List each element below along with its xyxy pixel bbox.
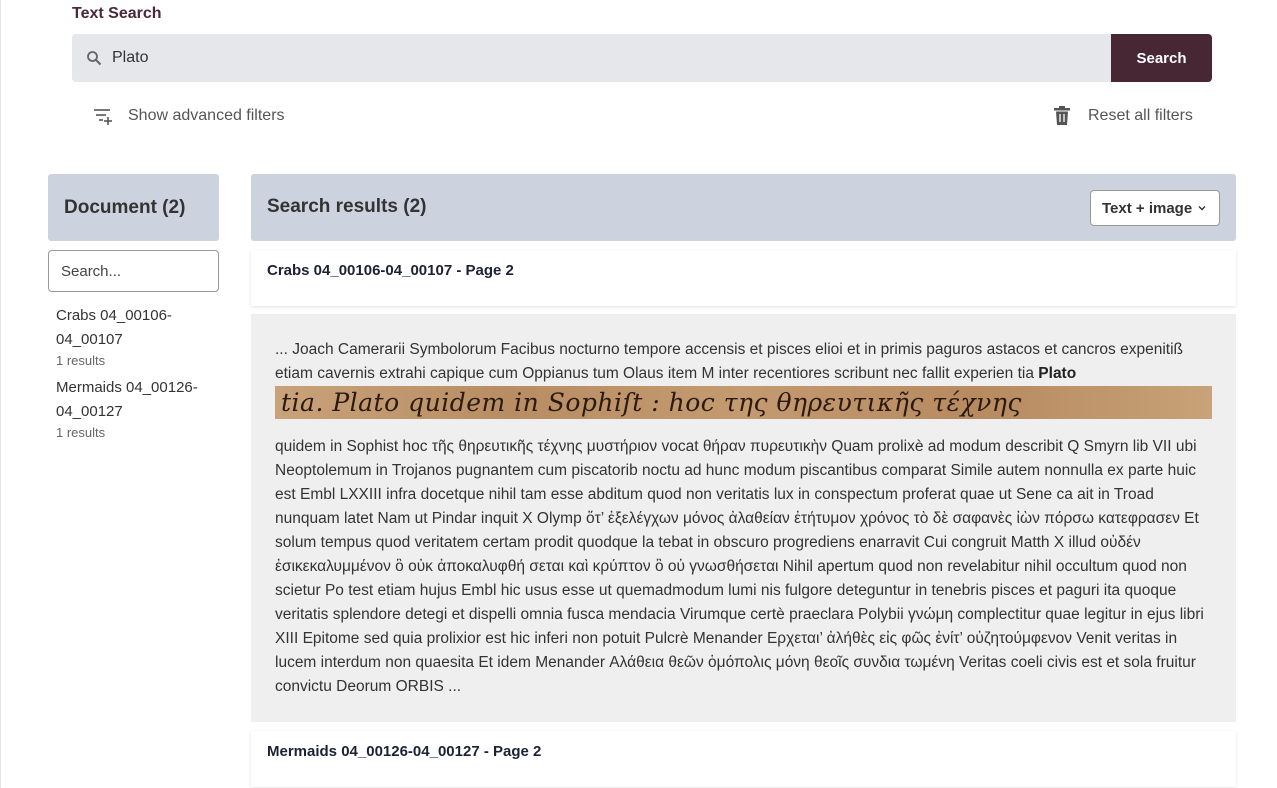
- facet-item-crabs[interactable]: Crabs 04_00106-04_00107 1 results: [56, 304, 216, 370]
- search-icon: [87, 51, 102, 66]
- facet-item-name: Crabs 04_00106-04_00107: [56, 307, 172, 348]
- result-title-link[interactable]: Mermaids 04_00126-04_00127 - Page 2: [267, 743, 541, 760]
- results-title: Search results (2): [267, 196, 427, 217]
- result-snippet: ... Joach Camerarii Symbolorum Facibus n…: [251, 314, 1236, 722]
- reset-filters-label: Reset all filters: [1088, 107, 1193, 124]
- chevron-down-icon: [1198, 206, 1206, 211]
- snippet-line-image: tia. Plato quidem in Sophiſt : hoc της θ…: [275, 386, 1212, 419]
- text-search-label: Text Search: [72, 5, 162, 22]
- search-input[interactable]: Plato: [72, 34, 1111, 82]
- snippet-text-after: quidem in Sophist hoc τῆς θηρευτικῆς τέχ…: [275, 438, 1204, 695]
- facet-search-input[interactable]: [48, 250, 219, 292]
- view-mode-select[interactable]: Text + image: [1090, 190, 1220, 226]
- result-card-header: Crabs 04_00106-04_00107 - Page 2: [251, 250, 1236, 306]
- facet-item-name: Mermaids 04_00126-04_00127: [56, 379, 198, 420]
- search-bar: Plato Search: [72, 34, 1212, 82]
- filter-add-icon: [94, 109, 112, 125]
- snippet-highlight: Plato: [1038, 365, 1077, 382]
- search-button[interactable]: Search: [1111, 34, 1212, 82]
- result-title-link[interactable]: Crabs 04_00106-04_00107 - Page 2: [267, 262, 514, 279]
- view-mode-value: Text + image: [1102, 199, 1193, 217]
- facet-item-mermaids[interactable]: Mermaids 04_00126-04_00127 1 results: [56, 376, 216, 442]
- result-card-header: Mermaids 04_00126-04_00127 - Page 2: [251, 731, 1236, 787]
- results-header: Search results (2) Text + image: [251, 174, 1236, 241]
- trash-icon: [1054, 106, 1070, 125]
- show-advanced-filters-button[interactable]: Show advanced filters: [93, 106, 285, 126]
- snippet-line-image-text: tia. Plato quidem in Sophiſt : hoc της θ…: [281, 388, 1022, 417]
- search-query[interactable]: Plato: [112, 49, 148, 67]
- document-facet-header: Document (2): [48, 174, 219, 241]
- advanced-filters-label: Show advanced filters: [128, 107, 285, 124]
- snippet-text-before: ... Joach Camerarii Symbolorum Facibus n…: [275, 338, 1212, 386]
- reset-all-filters-button[interactable]: Reset all filters: [1053, 106, 1193, 126]
- facet-item-count: 1 results: [56, 425, 106, 440]
- document-facet-title: Document (2): [64, 196, 186, 218]
- facet-item-count: 1 results: [56, 353, 106, 368]
